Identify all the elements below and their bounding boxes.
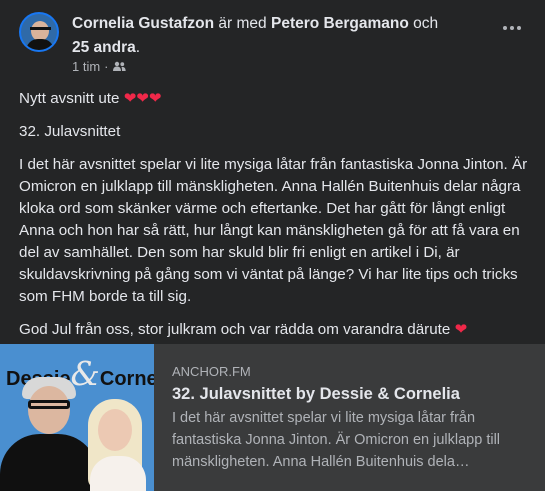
post-header: Cornelia Gustafzon är med Petero Bergama… [19, 12, 529, 78]
author-line: Cornelia Gustafzon är med Petero Bergama… [72, 12, 492, 60]
link-preview-card[interactable]: Dessie&Cornelia ANCHOR.FM 32. Julavsnitt… [0, 344, 545, 491]
others-link[interactable]: 25 andra [72, 39, 136, 56]
link-title[interactable]: 32. Julavsnittet by Dessie & Cornelia [172, 383, 532, 405]
closing-line: God Jul från oss, stor julkram och var r… [19, 321, 468, 338]
heart-icon: ❤ [454, 321, 468, 338]
episode-description: I det här avsnittet spelar vi lite mysig… [19, 156, 528, 305]
link-description: I det här avsnittet spelar vi lite mysig… [172, 410, 501, 470]
post-time[interactable]: 1 tim [72, 59, 100, 74]
post-meta: 1 tim · [72, 59, 126, 74]
heart-icon: ❤❤❤ [123, 90, 162, 107]
link-text[interactable]: ANCHOR.FM 32. Julavsnittet by Dessie & C… [172, 364, 532, 473]
and-text: och [413, 15, 439, 32]
episode-title: 32. Julavsnittet [19, 123, 121, 140]
post-content: Nytt avsnitt ute ❤❤❤ 32. Julavsnittet I … [19, 88, 529, 352]
meta-separator: · [104, 59, 109, 74]
tagged-person[interactable]: Petero Bergamano [271, 15, 409, 32]
more-options-icon[interactable] [503, 22, 525, 34]
link-domain: ANCHOR.FM [172, 364, 251, 379]
author-avatar[interactable] [19, 12, 59, 52]
content-line-1: Nytt avsnitt ute ❤❤❤ [19, 90, 162, 107]
period: . [135, 39, 141, 56]
author-name[interactable]: Cornelia Gustafzon [72, 15, 214, 32]
friends-icon[interactable] [112, 59, 126, 74]
podcast-thumbnail[interactable]: Dessie&Cornelia [0, 344, 154, 491]
facebook-post: Cornelia Gustafzon är med Petero Bergama… [0, 0, 545, 491]
with-text: är med [218, 15, 267, 32]
